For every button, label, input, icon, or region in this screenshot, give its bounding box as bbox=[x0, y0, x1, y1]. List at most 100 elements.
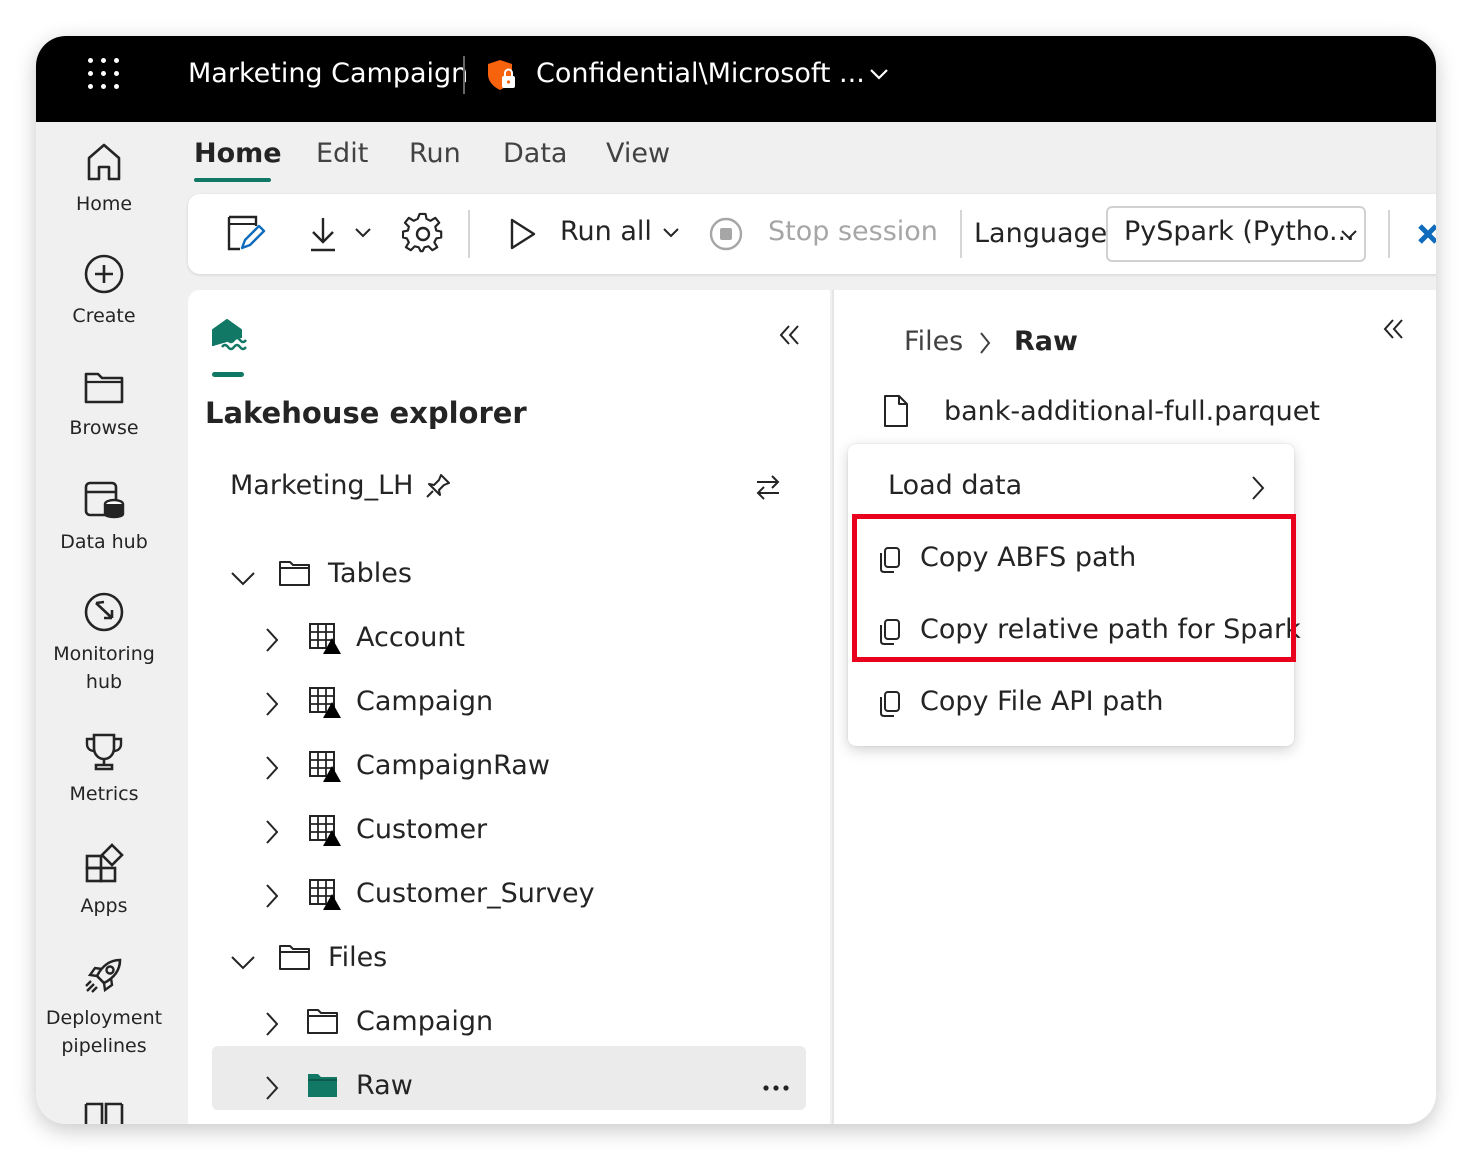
nav-label: Browse bbox=[69, 417, 139, 439]
tree-label: Raw bbox=[356, 1070, 413, 1101]
chevron-down-icon[interactable] bbox=[354, 226, 372, 240]
nav-learn[interactable] bbox=[36, 1098, 172, 1124]
lakehouse-name[interactable]: Marketing_LH bbox=[230, 470, 413, 501]
trophy-icon bbox=[85, 733, 123, 771]
tab-data[interactable]: Data bbox=[503, 138, 567, 169]
language-select[interactable]: PySpark (Pytho... bbox=[1106, 206, 1366, 262]
menu-item-copy-file-api-path[interactable]: Copy File API path bbox=[848, 674, 1294, 734]
left-nav-rail: Home Create Browse Data hub Monitoring h… bbox=[36, 122, 172, 1124]
edit-notebook-icon[interactable] bbox=[224, 212, 266, 254]
tree-node-tables[interactable]: Tables bbox=[230, 552, 790, 600]
folder-filled-icon bbox=[308, 1074, 337, 1097]
top-bar: Marketing Campaign Confidential\Microsof… bbox=[36, 36, 1436, 122]
book-icon bbox=[84, 1102, 124, 1124]
pin-icon[interactable] bbox=[424, 472, 452, 500]
folder-icon bbox=[279, 945, 310, 970]
tab-edit[interactable]: Edit bbox=[316, 138, 368, 169]
download-icon[interactable] bbox=[306, 214, 340, 254]
chevron-down-icon[interactable] bbox=[662, 226, 680, 240]
nav-monitoring-hub[interactable]: Monitoring hub bbox=[36, 590, 172, 696]
chevron-right-icon[interactable] bbox=[264, 626, 280, 654]
ribbon-toolbar: Run all Stop session Language PySpark (P… bbox=[188, 194, 1436, 274]
folder-icon bbox=[84, 372, 124, 404]
menu-label: Copy File API path bbox=[920, 686, 1164, 717]
tree-node-table[interactable]: Account bbox=[258, 616, 798, 664]
nav-label: pipelines bbox=[61, 1035, 147, 1057]
collapse-double-chevron-icon[interactable] bbox=[1382, 318, 1406, 340]
more-options-icon[interactable] bbox=[762, 1084, 790, 1092]
active-tab-indicator bbox=[194, 178, 271, 182]
breadcrumb-root[interactable]: Files bbox=[904, 326, 963, 357]
tab-label: Home bbox=[194, 138, 282, 169]
chevron-down-icon[interactable] bbox=[230, 570, 256, 586]
chevron-right-icon[interactable] bbox=[264, 690, 280, 718]
nav-create[interactable]: Create bbox=[36, 252, 172, 330]
collapse-double-chevron-icon[interactable] bbox=[778, 324, 802, 346]
tab-run[interactable]: Run bbox=[409, 138, 461, 169]
tab-label: Run bbox=[409, 138, 461, 169]
delta-table-icon bbox=[309, 687, 341, 718]
delta-table-icon bbox=[309, 751, 341, 782]
tab-home[interactable]: Home bbox=[194, 138, 282, 182]
tree-node-table[interactable]: Customer bbox=[258, 808, 798, 856]
home-icon bbox=[87, 143, 121, 181]
nav-home[interactable]: Home bbox=[36, 140, 172, 218]
nav-browse[interactable]: Browse bbox=[36, 366, 172, 442]
chevron-right-icon[interactable] bbox=[264, 818, 280, 846]
nav-deployment-pipelines[interactable]: Deployment pipelines bbox=[36, 954, 172, 1060]
divider bbox=[463, 56, 465, 94]
close-x-icon[interactable] bbox=[1416, 222, 1436, 246]
highlight-annotation bbox=[852, 514, 1296, 662]
tree-label: Tables bbox=[328, 558, 412, 589]
tree-label: Customer bbox=[356, 814, 488, 845]
chevron-down-icon[interactable] bbox=[868, 66, 890, 82]
tree-node-file-folder[interactable]: Campaign bbox=[258, 1000, 798, 1048]
folder-icon bbox=[279, 561, 310, 586]
tree-node-table[interactable]: Customer_Survey bbox=[258, 872, 798, 920]
chevron-right-icon[interactable] bbox=[264, 882, 280, 910]
settings-gear-icon[interactable] bbox=[402, 212, 444, 254]
nav-label: Apps bbox=[80, 895, 128, 917]
app-window: Marketing Campaign Confidential\Microsof… bbox=[36, 36, 1436, 1124]
chevron-right-icon[interactable] bbox=[264, 1074, 280, 1102]
tree-node-file-folder-selected[interactable]: Raw bbox=[258, 1064, 798, 1112]
chevron-down-icon[interactable] bbox=[230, 954, 256, 970]
tree-node-table[interactable]: Campaign bbox=[258, 680, 798, 728]
nav-data-hub[interactable]: Data hub bbox=[36, 478, 172, 556]
nav-label: Metrics bbox=[69, 783, 139, 805]
nav-apps[interactable]: Apps bbox=[36, 842, 172, 920]
active-view-indicator bbox=[212, 372, 244, 377]
divider bbox=[1388, 210, 1390, 258]
sensitivity-label[interactable]: Confidential\Microsoft ... bbox=[536, 58, 865, 89]
tree-node-table[interactable]: CampaignRaw bbox=[258, 744, 798, 792]
tree-label: Campaign bbox=[356, 686, 494, 717]
nav-label: Create bbox=[72, 305, 136, 327]
nav-metrics[interactable]: Metrics bbox=[36, 730, 172, 808]
folder-icon bbox=[307, 1009, 338, 1034]
breadcrumb-current: Raw bbox=[1014, 326, 1078, 357]
stop-session-label: Stop session bbox=[768, 216, 938, 247]
tab-view[interactable]: View bbox=[606, 138, 670, 169]
nav-label: Home bbox=[75, 193, 133, 215]
data-hub-icon bbox=[84, 481, 125, 519]
item-title[interactable]: Marketing Campaign bbox=[188, 58, 468, 89]
file-name[interactable]: bank-additional-full.parquet bbox=[944, 396, 1320, 427]
apps-icon bbox=[85, 843, 124, 883]
switch-arrows-icon[interactable] bbox=[754, 472, 782, 502]
nav-label: Data hub bbox=[60, 531, 148, 553]
nav-label: hub bbox=[85, 671, 123, 693]
chevron-right-icon bbox=[980, 332, 991, 354]
sensitivity-shield-icon bbox=[488, 60, 515, 90]
nav-label: Deployment bbox=[45, 1007, 163, 1029]
tree-node-files[interactable]: Files bbox=[230, 936, 790, 984]
chevron-right-icon[interactable] bbox=[264, 1010, 280, 1038]
tree-label: Files bbox=[328, 942, 388, 973]
app-launcher-icon[interactable] bbox=[88, 58, 120, 90]
delta-table-icon bbox=[309, 623, 341, 654]
delta-table-icon bbox=[309, 815, 341, 846]
divider bbox=[960, 210, 962, 258]
menu-item-load-data[interactable]: Load data bbox=[848, 458, 1294, 518]
chevron-down-icon bbox=[1341, 230, 1357, 240]
run-all-label: Run all bbox=[560, 216, 652, 247]
chevron-right-icon[interactable] bbox=[264, 754, 280, 782]
